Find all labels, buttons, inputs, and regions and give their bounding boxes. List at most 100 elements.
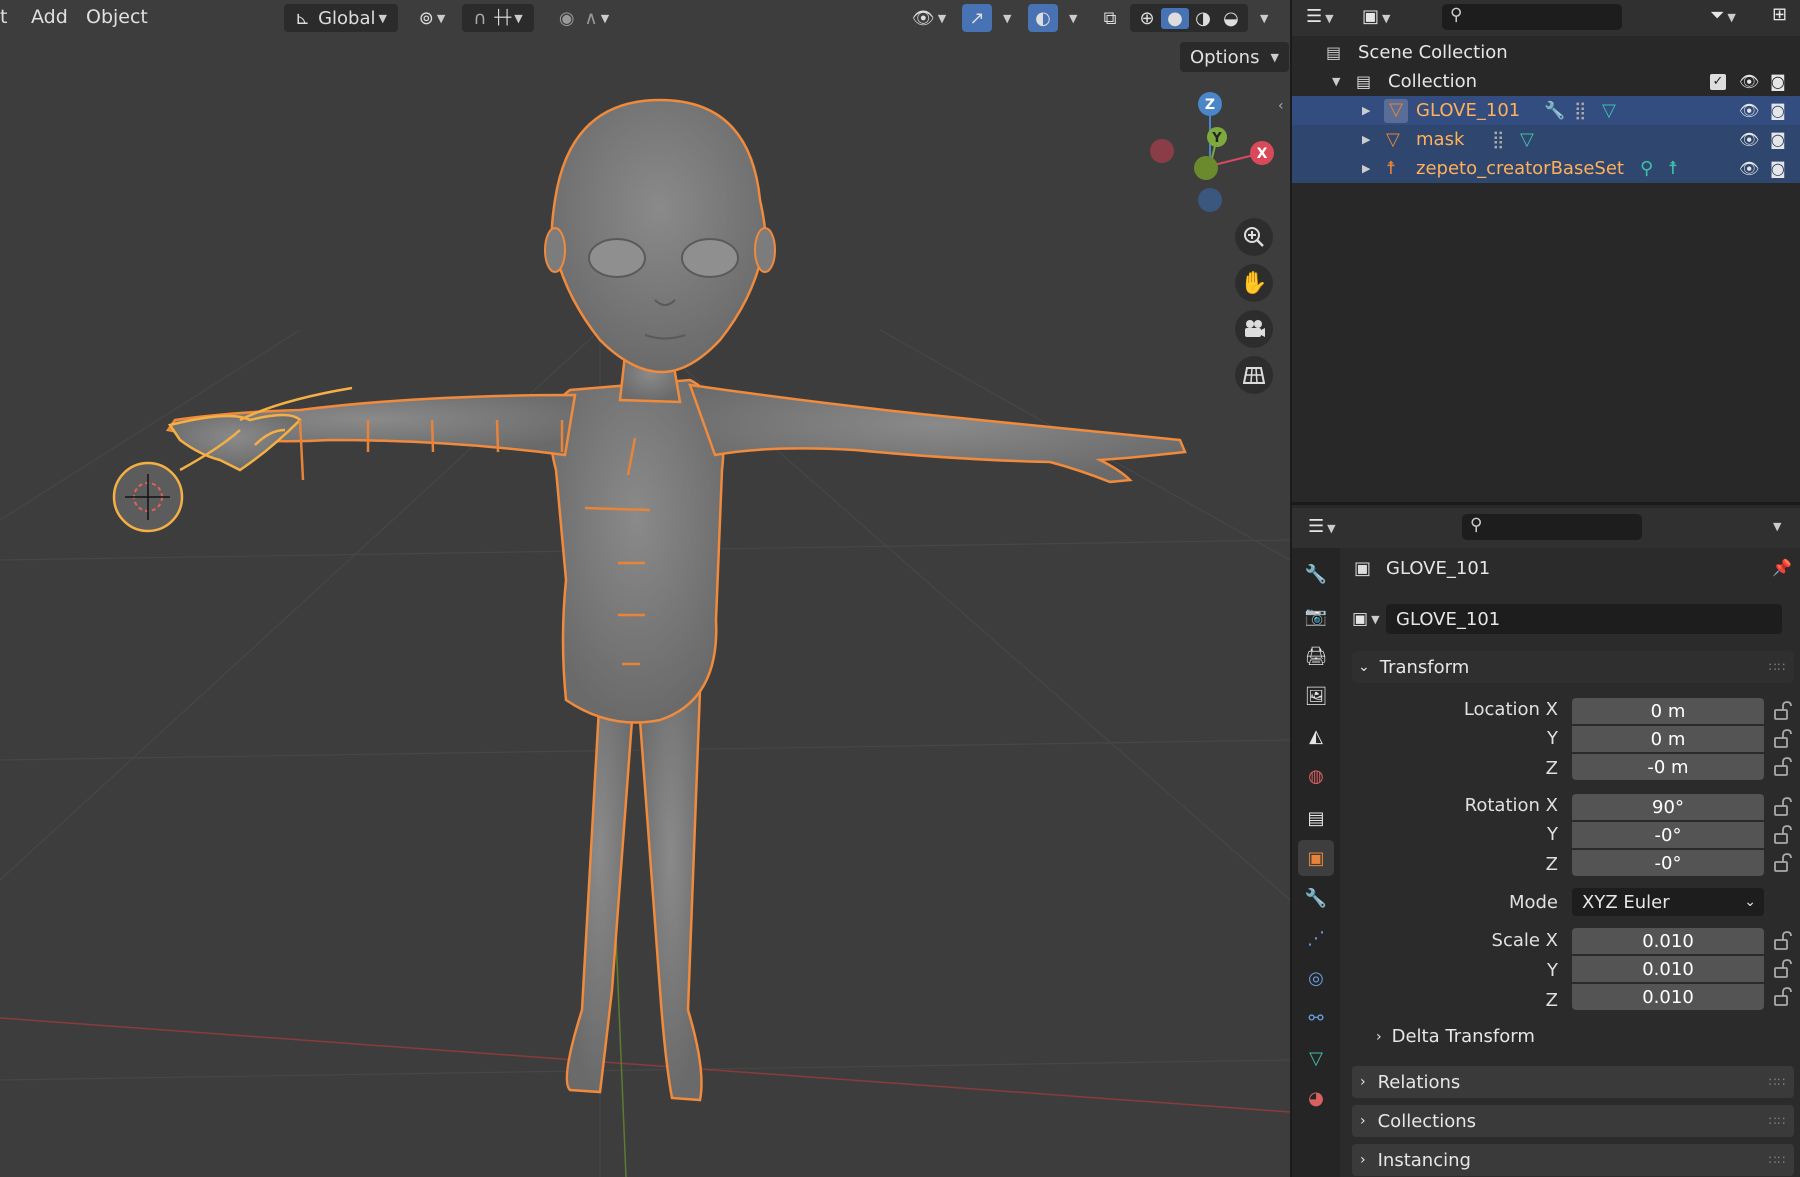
lock-icon[interactable] (1772, 958, 1794, 980)
shading-modes[interactable]: ⊕ ● ◑ ◒ (1130, 4, 1248, 32)
properties-search-input[interactable]: ⚲ (1462, 514, 1642, 540)
lock-icon[interactable] (1772, 824, 1794, 846)
vertex-groups-icon[interactable]: ⣿ (1492, 130, 1504, 150)
menu-add[interactable]: Add (31, 6, 68, 28)
camera-icon[interactable] (1235, 310, 1273, 348)
output-tab-icon[interactable]: 🖨 (1298, 638, 1334, 674)
instancing-panel-header[interactable]: › Instancing ∷∷ (1352, 1144, 1794, 1176)
lock-icon[interactable] (1772, 930, 1794, 952)
chevron-down-icon[interactable]: ▼ (1069, 12, 1077, 25)
scale-x-field[interactable]: 0.010 (1572, 928, 1764, 954)
new-collection-icon[interactable]: ⊞ (1772, 4, 1787, 25)
location-y-field[interactable]: 0 m (1572, 726, 1764, 752)
xray-toggle[interactable]: ⧉ (1095, 4, 1125, 32)
hand-pan-icon[interactable]: ✋ (1235, 264, 1273, 302)
expand-arrow-icon[interactable]: ▶ (1362, 133, 1370, 146)
viewport-scene[interactable] (0, 0, 1290, 1177)
location-z-field[interactable]: -0 m (1572, 754, 1764, 780)
lock-icon[interactable] (1772, 986, 1794, 1008)
transform-panel-header[interactable]: ⌄ Transform ∷∷ (1352, 651, 1794, 683)
display-mode-icon[interactable]: ▣ ▼ (1362, 6, 1390, 27)
world-tab-icon[interactable]: ◍ (1298, 758, 1334, 794)
properties-editor[interactable]: ☰ ▼ ⚲ ▼ 🔧 📷 🖨 🖼 ◭ ◍ ▤ ▣ 🔧 ⋰ ◎ ⚯ ▽ ◕ ▣ GLO… (1292, 508, 1800, 1177)
wireframe-shading-icon[interactable]: ⊕ (1133, 8, 1161, 29)
orientation-dropdown[interactable]: ⊾ Global ▼ (284, 4, 398, 32)
chevron-down-icon[interactable]: ▼ (1773, 520, 1781, 533)
render-camera-icon[interactable]: ◙ (1770, 101, 1786, 120)
navigation-gizmo[interactable]: Z X Y (1140, 88, 1280, 218)
rendered-shading-icon[interactable]: ◒ (1217, 8, 1245, 29)
outliner-item-mask[interactable]: ▶ ▽ mask ⣿ ▽ 👁 ◙ (1292, 125, 1800, 154)
scale-z-field[interactable]: 0.010 (1572, 984, 1764, 1010)
view-layer-tab-icon[interactable]: 🖼 (1298, 678, 1334, 714)
eye-icon[interactable]: 👁 (1739, 130, 1759, 149)
object-browse-dropdown[interactable]: ▣ ▼ (1352, 604, 1386, 634)
editor-type-icon[interactable]: ☰ ▼ (1308, 516, 1336, 537)
outliner-item-glove[interactable]: ▶ ▽ GLOVE_101 🔧 ⣿ ▽ 👁 ◙ (1292, 96, 1800, 125)
modifier-tab-icon[interactable]: 🔧 (1298, 880, 1334, 916)
render-camera-icon[interactable]: ◙ (1770, 159, 1786, 178)
proportional-edit[interactable]: ◉ ∧ ▼ (545, 4, 623, 32)
mesh-data-icon[interactable]: ▽ (1520, 129, 1534, 150)
pose-icon[interactable]: ⚲ (1640, 158, 1653, 179)
render-tab-icon[interactable]: 📷 (1298, 598, 1334, 634)
scene-tab-icon[interactable]: ◭ (1298, 718, 1334, 754)
eye-icon[interactable]: 👁 (1739, 159, 1759, 178)
outliner-item-armature[interactable]: ▶ ☨ zepeto_creatorBaseSet ⚲ ☨ 👁 ◙ (1292, 154, 1800, 183)
lock-icon[interactable] (1772, 756, 1794, 778)
zoom-icon[interactable] (1235, 218, 1273, 256)
constraints-tab-icon[interactable]: ⚯ (1298, 1000, 1334, 1036)
expand-arrow-icon[interactable]: ▼ (1332, 75, 1340, 88)
pivot-dropdown[interactable]: ⊚ ▼ (408, 4, 456, 32)
outliner-search-input[interactable]: ⚲ (1442, 4, 1622, 30)
solid-shading-icon[interactable]: ● (1161, 7, 1189, 29)
chevron-down-icon[interactable]: ▼ (1003, 12, 1011, 25)
material-tab-icon[interactable]: ◕ (1298, 1080, 1334, 1116)
rotation-x-field[interactable]: 90° (1572, 794, 1764, 820)
modifier-wrench-icon[interactable]: 🔧 (1544, 101, 1565, 121)
render-camera-icon[interactable]: ◙ (1770, 72, 1786, 91)
vertex-groups-icon[interactable]: ⣿ (1574, 101, 1586, 121)
lock-icon[interactable] (1772, 796, 1794, 818)
tool-tab-icon[interactable]: 🔧 (1298, 556, 1334, 592)
relations-panel-header[interactable]: › Relations ∷∷ (1352, 1066, 1794, 1098)
outliner[interactable]: ☰ ▼ ▣ ▼ ⚲ ⏷ ▼ ⊞ ▤ Scene Collection ▼ ▤ Coll… (1292, 0, 1800, 505)
chevron-down-icon[interactable]: ▼ (1260, 12, 1268, 25)
expand-arrow-icon[interactable]: ▶ (1362, 104, 1370, 117)
location-x-field[interactable]: 0 m (1572, 698, 1764, 724)
visibility-dropdown[interactable]: 👁 ▼ (905, 4, 953, 32)
eye-icon[interactable]: 👁 (1739, 101, 1759, 120)
menu-object[interactable]: Object (86, 6, 148, 28)
rotation-mode-dropdown[interactable]: XYZ Euler ⌄ (1572, 888, 1764, 916)
lock-icon[interactable] (1772, 852, 1794, 874)
overlays-toggle[interactable]: ◐ (1028, 4, 1058, 32)
render-camera-icon[interactable]: ◙ (1770, 130, 1786, 149)
delta-transform-subpanel[interactable]: › Delta Transform (1376, 1026, 1535, 1047)
menu-item-cut[interactable]: t (0, 6, 7, 28)
armature-data-icon[interactable]: ☨ (1668, 158, 1678, 179)
grid-ortho-icon[interactable] (1235, 356, 1273, 394)
editor-type-icon[interactable]: ☰ ▼ (1306, 6, 1334, 27)
drag-grip-icon[interactable]: ∷∷ (1769, 1153, 1786, 1167)
lock-icon[interactable] (1772, 700, 1794, 722)
drag-grip-icon[interactable]: ∷∷ (1769, 660, 1786, 674)
lock-icon[interactable] (1772, 728, 1794, 750)
data-tab-icon[interactable]: ▽ (1298, 1040, 1334, 1076)
object-name-field[interactable]: GLOVE_101 (1386, 604, 1782, 634)
expand-arrow-icon[interactable]: ▶ (1362, 162, 1370, 175)
pin-icon[interactable]: 📌 (1772, 558, 1792, 577)
material-shading-icon[interactable]: ◑ (1189, 8, 1217, 29)
particles-tab-icon[interactable]: ⋰ (1298, 920, 1334, 956)
options-dropdown[interactable]: Options ▼ (1180, 42, 1289, 72)
physics-tab-icon[interactable]: ◎ (1298, 960, 1334, 996)
scale-y-field[interactable]: 0.010 (1572, 956, 1764, 982)
eye-icon[interactable]: 👁 (1739, 72, 1759, 91)
rotation-z-field[interactable]: -0° (1572, 850, 1764, 876)
exclude-checkbox[interactable]: ✓ (1710, 73, 1726, 90)
object-tab-icon[interactable]: ▣ (1298, 840, 1334, 876)
mesh-data-icon[interactable]: ▽ (1602, 100, 1616, 121)
drag-grip-icon[interactable]: ∷∷ (1769, 1075, 1786, 1089)
3d-viewport[interactable]: t Add Object ⊾ Global ▼ ⊚ ▼ ∩ ┼┼ ▼ ◉ ∧ ▼ 👁 ▼… (0, 0, 1290, 1177)
drag-grip-icon[interactable]: ∷∷ (1769, 1114, 1786, 1128)
rotation-y-field[interactable]: -0° (1572, 822, 1764, 848)
